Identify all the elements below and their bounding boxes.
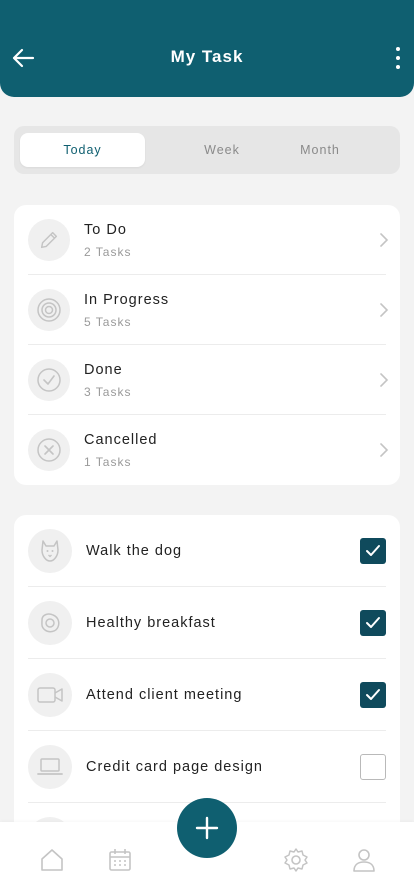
checkmark-icon (366, 617, 380, 628)
more-options-button[interactable] (390, 44, 406, 72)
target-icon (28, 289, 70, 331)
nav-calendar[interactable] (106, 846, 134, 874)
profile-icon (353, 849, 375, 872)
x-circle-icon (28, 429, 70, 471)
pencil-icon (28, 219, 70, 261)
tab-today[interactable]: Today (20, 133, 145, 167)
task-name: Credit card page design (86, 759, 263, 775)
home-icon (41, 849, 63, 871)
dog-icon (28, 529, 72, 573)
status-count: 3 Tasks (84, 385, 132, 399)
check-circle-icon (28, 359, 70, 401)
task-checkbox[interactable] (360, 682, 386, 708)
status-list: To Do 2 Tasks In Progress 5 Tasks Done 3… (14, 205, 400, 485)
chevron-right-icon (380, 373, 389, 387)
status-item-cancelled[interactable]: Cancelled 1 Tasks (14, 415, 400, 485)
laptop-icon (28, 745, 72, 789)
task-item: Credit card page design (14, 731, 400, 803)
task-name: Walk the dog (86, 543, 183, 559)
status-item-in-progress[interactable]: In Progress 5 Tasks (14, 275, 400, 345)
page-title: My Task (170, 47, 244, 66)
task-checkbox[interactable] (360, 754, 386, 780)
task-checkbox[interactable] (360, 538, 386, 564)
app-header: My Task (0, 0, 414, 97)
task-item: Walk the dog (14, 515, 400, 587)
chevron-right-icon (380, 303, 389, 317)
period-tabs: Today Week Month (14, 126, 400, 174)
egg-icon (28, 601, 72, 645)
task-name: Healthy breakfast (86, 615, 216, 631)
chevron-right-icon (380, 443, 389, 457)
calendar-icon (109, 849, 131, 871)
nav-profile[interactable] (350, 846, 378, 874)
task-checkbox[interactable] (360, 610, 386, 636)
chevron-right-icon (380, 233, 389, 247)
status-item-done[interactable]: Done 3 Tasks (14, 345, 400, 415)
add-task-button[interactable] (177, 798, 237, 858)
status-name: Done (84, 362, 123, 378)
video-icon (28, 673, 72, 717)
status-name: To Do (84, 222, 127, 238)
task-item: Attend client meeting (14, 659, 400, 731)
more-dot-icon (396, 56, 400, 60)
task-name: Attend client meeting (86, 687, 243, 703)
status-count: 2 Tasks (84, 245, 132, 259)
task-item: Healthy breakfast (14, 587, 400, 659)
tab-month[interactable]: Month (271, 133, 369, 167)
status-count: 1 Tasks (84, 455, 132, 469)
status-count: 5 Tasks (84, 315, 132, 329)
nav-settings[interactable] (282, 846, 310, 874)
plus-icon (195, 816, 219, 840)
checkmark-icon (366, 689, 380, 700)
more-dot-icon (396, 47, 400, 51)
tab-week[interactable]: Week (173, 133, 271, 167)
status-name: Cancelled (84, 432, 158, 448)
checkmark-icon (366, 545, 380, 556)
more-dot-icon (396, 65, 400, 69)
status-name: In Progress (84, 292, 170, 308)
nav-home[interactable] (38, 846, 66, 874)
settings-icon (284, 848, 308, 872)
status-item-todo[interactable]: To Do 2 Tasks (14, 205, 400, 275)
